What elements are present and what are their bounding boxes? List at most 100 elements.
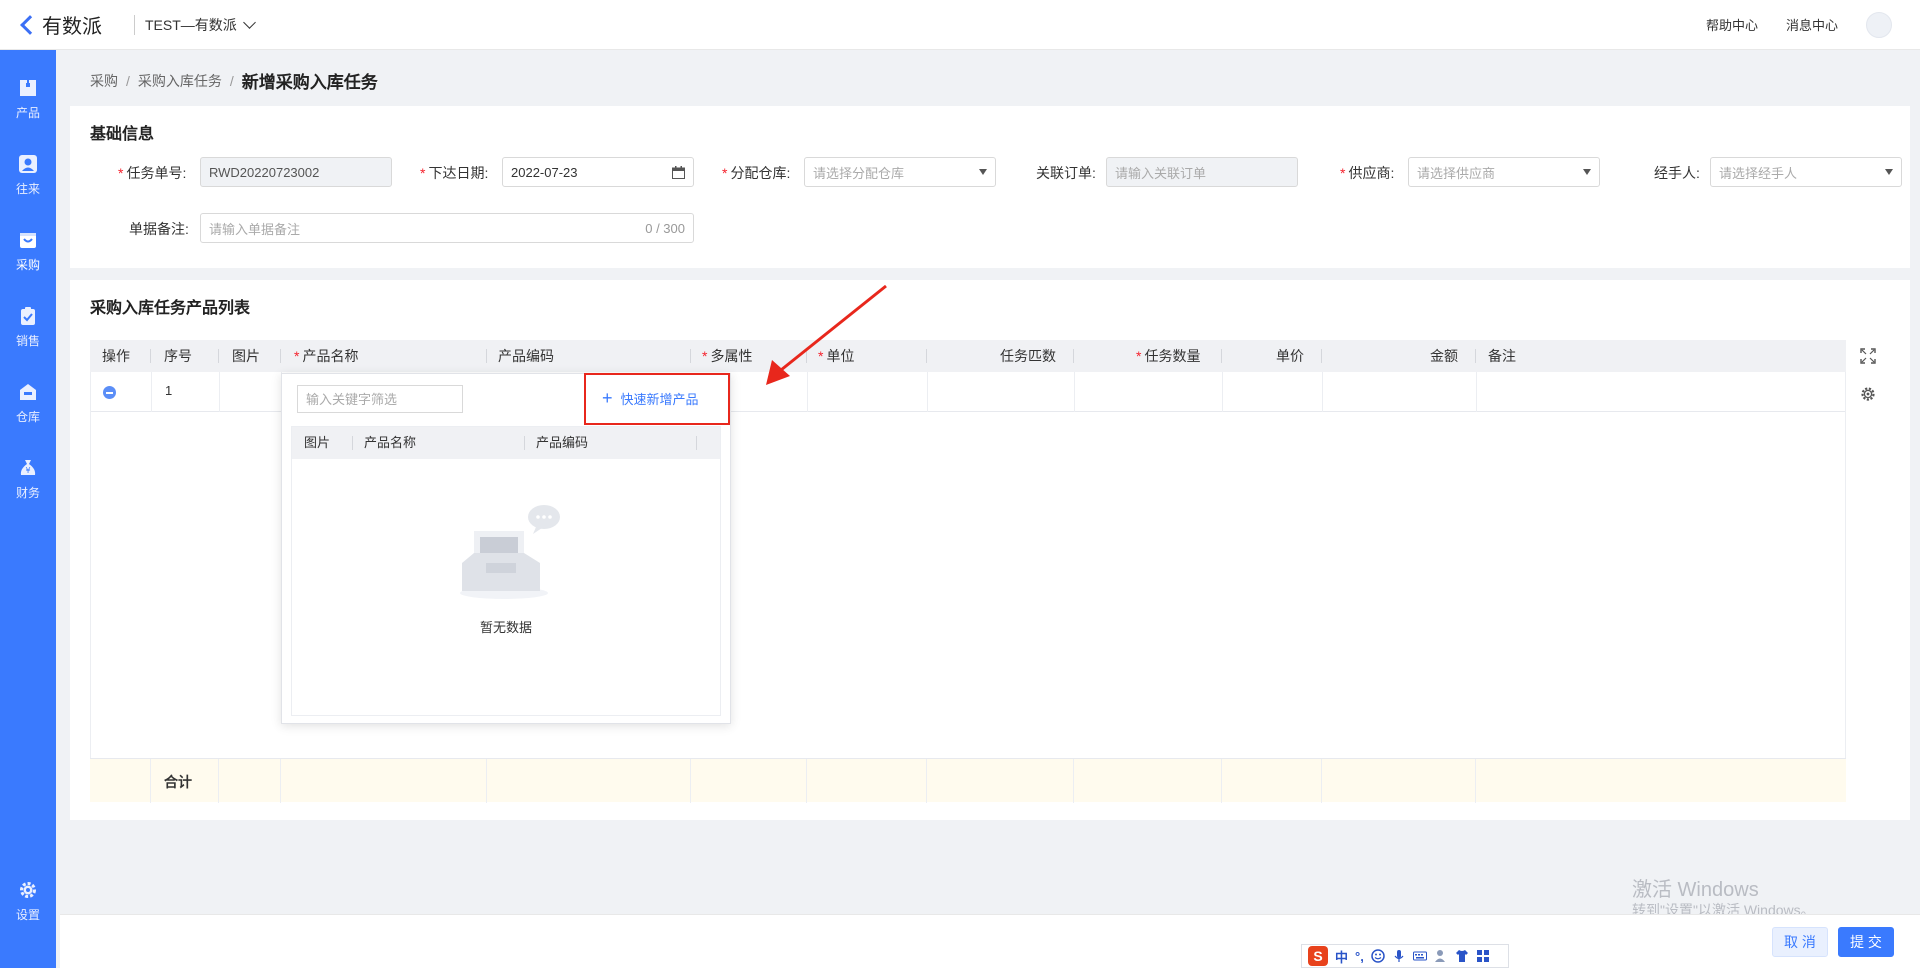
handler-select[interactable]: 请选择经手人 bbox=[1710, 157, 1902, 187]
caret-down-icon bbox=[979, 169, 987, 175]
breadcrumb: 采购 / 采购入库任务 / 新增采购入库任务 bbox=[90, 68, 378, 93]
supplier-select[interactable]: 请选择供应商 bbox=[1408, 157, 1600, 187]
contact-icon bbox=[19, 155, 37, 173]
emoji-icon[interactable] bbox=[1371, 949, 1385, 963]
row-seq: 1 bbox=[165, 383, 173, 398]
product-select-table: 图片 产品名称 产品编码 暂无数据 bbox=[291, 426, 721, 716]
empty-inbox-icon bbox=[460, 505, 560, 599]
issue-date-picker[interactable]: 2022-07-23 bbox=[502, 157, 694, 187]
col-seq: 序号 bbox=[164, 348, 192, 364]
col-unit-price: 单价 bbox=[1276, 348, 1304, 364]
sidebar-item-finance[interactable]: ¥ 财务 bbox=[0, 458, 56, 501]
sidebar-item-settings[interactable]: 设置 bbox=[0, 880, 56, 923]
col-operation: 操作 bbox=[102, 348, 130, 364]
fullscreen-icon[interactable] bbox=[1860, 348, 1876, 364]
remark-char-count: 0 / 300 bbox=[645, 220, 685, 236]
remark-input[interactable]: 请输入单据备注 0 / 300 bbox=[200, 213, 694, 243]
sidebar-item-label: 产品 bbox=[15, 106, 40, 120]
warehouse-icon bbox=[20, 384, 36, 400]
sidebar-item-label: 往来 bbox=[15, 182, 40, 196]
col-remark: 备注 bbox=[1488, 348, 1516, 364]
sidebar: 产品 往来 采购 销售 仓库 ¥ 财务 设置 bbox=[0, 50, 56, 968]
tenant-switcher[interactable]: TEST—有数派 bbox=[145, 15, 256, 35]
user-tools-icon[interactable] bbox=[1434, 949, 1448, 963]
remove-row-icon[interactable] bbox=[103, 386, 116, 399]
gear-icon bbox=[20, 882, 36, 898]
basic-info-card: 基础信息 * 任务单号: RWD20220723002 * 下达日期: 2022-0… bbox=[70, 106, 1910, 268]
calendar-icon bbox=[672, 166, 685, 179]
caret-down-icon bbox=[1583, 169, 1591, 175]
product-select-header: 图片 产品名称 产品编码 bbox=[292, 427, 720, 459]
help-center-link[interactable]: 帮助中心 bbox=[1706, 15, 1758, 34]
col-task-match: 任务匹数 bbox=[1000, 348, 1056, 364]
sidebar-item-sales[interactable]: 销售 bbox=[0, 306, 56, 349]
product-table-header: 操作 序号 图片 * 产品名称 产品编码 * 多属性 * 单位 任务匹数 * 任务数量 … bbox=[90, 340, 1846, 372]
task-no-label: * 任务单号: bbox=[118, 165, 187, 181]
breadcrumb-purchase-inbound[interactable]: 采购入库任务 bbox=[138, 71, 222, 91]
empty-state-text: 暂无数据 bbox=[479, 620, 532, 635]
logo-text: 有数派 bbox=[42, 16, 102, 38]
popup-col-name: 产品名称 bbox=[364, 435, 417, 450]
skin-shirt-icon[interactable] bbox=[1455, 949, 1469, 963]
warehouse-label: * 分配仓库: bbox=[722, 165, 791, 181]
col-task-qty: * 任务数量 bbox=[1136, 348, 1201, 364]
breadcrumb-purchase[interactable]: 采购 bbox=[90, 71, 118, 91]
col-product-name: * 产品名称 bbox=[294, 348, 359, 364]
warehouse-select[interactable]: 请选择分配仓库 bbox=[804, 157, 996, 187]
popup-col-image: 图片 bbox=[304, 435, 331, 450]
message-center-link[interactable]: 消息中心 bbox=[1786, 15, 1838, 34]
task-no-field: RWD20220723002 bbox=[200, 157, 392, 187]
cancel-button[interactable]: 取 消 bbox=[1772, 927, 1828, 957]
product-list-title: 采购入库任务产品列表 bbox=[90, 300, 251, 317]
sidebar-item-purchase[interactable]: 采购 bbox=[0, 230, 56, 273]
avatar[interactable] bbox=[1866, 11, 1892, 38]
sidebar-item-contacts[interactable]: 往来 bbox=[0, 154, 56, 197]
cart-icon bbox=[20, 233, 36, 248]
ime-language-toggle[interactable]: 中 bbox=[1335, 947, 1348, 966]
sidebar-item-product[interactable]: 产品 bbox=[0, 78, 56, 121]
sidebar-item-label: 仓库 bbox=[15, 410, 40, 424]
product-select-dropdown: + 快速新增产品 图片 产品名称 产品编码 暂无数据 bbox=[281, 373, 731, 724]
sidebar-item-label: 销售 bbox=[15, 334, 40, 348]
linked-order-field: 请输入关联订单 bbox=[1106, 157, 1298, 187]
money-bag-icon: ¥ bbox=[20, 460, 36, 475]
breadcrumb-separator: / bbox=[126, 72, 130, 89]
box-icon bbox=[20, 80, 36, 96]
app-logo[interactable]: 有数派 bbox=[0, 10, 118, 39]
total-label: 合计 bbox=[164, 774, 192, 790]
col-image: 图片 bbox=[232, 348, 260, 364]
header-divider bbox=[134, 14, 135, 35]
breadcrumb-separator: / bbox=[229, 72, 234, 89]
clipboard-icon bbox=[21, 307, 35, 325]
basic-info-title: 基础信息 bbox=[90, 126, 155, 143]
gear-icon[interactable] bbox=[1860, 386, 1876, 402]
popup-col-code: 产品编码 bbox=[536, 435, 589, 450]
sidebar-item-label: 财务 bbox=[15, 486, 40, 500]
bottom-action-bar bbox=[60, 914, 1920, 968]
annotation-highlight-box bbox=[584, 373, 730, 425]
linked-order-label: 关联订单: bbox=[1036, 165, 1096, 181]
ime-toolbar: S 中 °, bbox=[1301, 944, 1509, 968]
chevron-down-icon bbox=[242, 16, 256, 29]
page-title: 新增采购入库任务 bbox=[241, 73, 378, 92]
sidebar-item-label: 设置 bbox=[15, 908, 40, 922]
handler-label: 经手人: bbox=[1654, 165, 1700, 181]
col-amount: 金额 bbox=[1430, 348, 1458, 364]
logo-chevron-icon bbox=[20, 15, 38, 35]
table-total-row: 合计 bbox=[90, 758, 1846, 803]
toolbox-grid-icon[interactable] bbox=[1476, 949, 1490, 963]
caret-down-icon bbox=[1885, 169, 1893, 175]
product-filter-input[interactable] bbox=[297, 385, 463, 413]
submit-button[interactable]: 提 交 bbox=[1838, 927, 1894, 957]
top-bar: 有数派 TEST—有数派 帮助中心 消息中心 bbox=[0, 0, 1920, 50]
col-attributes: * 多属性 bbox=[702, 348, 753, 364]
keyboard-icon[interactable] bbox=[1412, 949, 1427, 963]
punctuation-icon[interactable]: °, bbox=[1355, 949, 1364, 964]
col-product-code: 产品编码 bbox=[498, 348, 554, 364]
svg-text:¥: ¥ bbox=[25, 466, 30, 475]
sidebar-item-warehouse[interactable]: 仓库 bbox=[0, 382, 56, 425]
microphone-icon[interactable] bbox=[1392, 949, 1406, 963]
sogou-logo-icon[interactable]: S bbox=[1308, 946, 1328, 966]
windows-watermark-title: 激活 Windows bbox=[1632, 879, 1759, 901]
issue-date-label: * 下达日期: bbox=[420, 165, 489, 181]
